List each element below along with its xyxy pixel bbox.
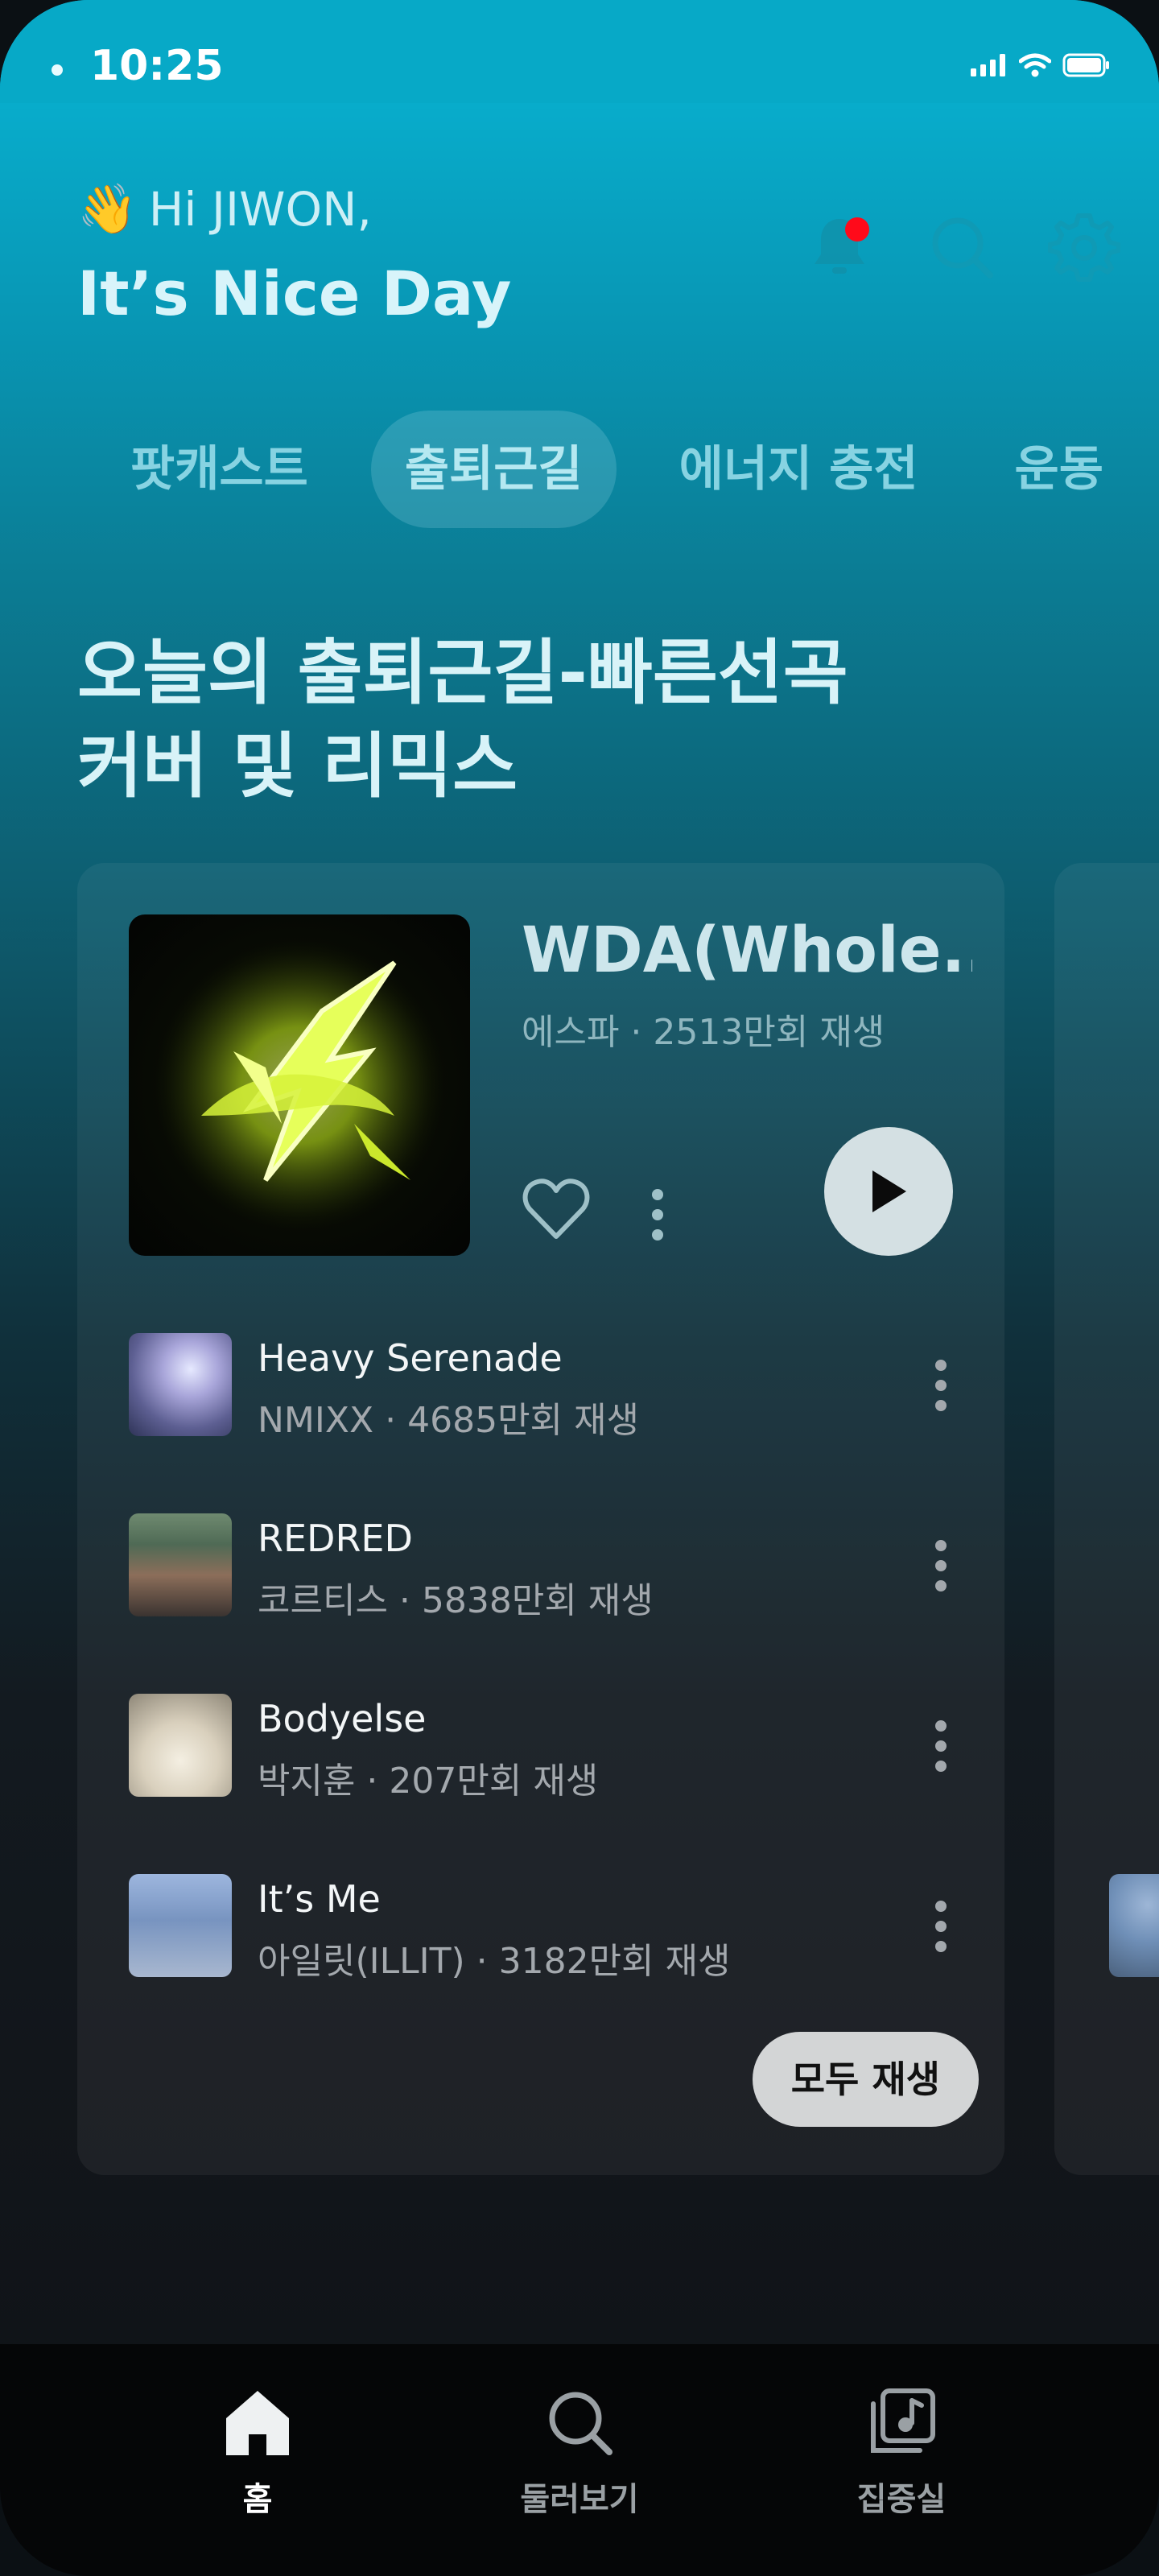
nav-explore-label: 둘러보기	[520, 2481, 639, 2518]
camera-dot	[52, 64, 63, 76]
track-title: Bodyelse	[258, 1697, 427, 1740]
notification-badge	[845, 217, 869, 242]
tab-podcast[interactable]: 팟캐스트	[97, 411, 342, 528]
notification-button[interactable]	[803, 211, 876, 283]
section-title-line2: 커버 및 리믹스	[77, 724, 518, 807]
playlist-card: WDA(Whole.. 에스파 · 2513만회 재생 Heavy Serena…	[77, 863, 1004, 2175]
more-vertical-icon[interactable]	[930, 1898, 951, 1955]
search-icon	[932, 217, 993, 279]
track-artist: 코르티스 · 5838만회 재생	[258, 1580, 654, 1621]
next-playlist-card[interactable]	[1054, 863, 1159, 2175]
track-title: It’s Me	[258, 1877, 381, 1921]
home-icon	[226, 2391, 289, 2455]
status-time: 10:25	[90, 42, 224, 90]
nav-home-label: 홈	[242, 2481, 273, 2518]
tab-commute[interactable]: 출퇴근길	[370, 411, 617, 528]
heart-icon[interactable]	[522, 1177, 591, 1241]
nav-library-label: 집중실	[856, 2481, 947, 2518]
category-tabs: 팟캐스트 출퇴근길 에너지 충전 운동	[97, 411, 1137, 528]
play-button[interactable]	[824, 1127, 953, 1256]
wifi-icon	[1019, 53, 1051, 77]
greeting-subtitle: It’s Nice Day	[77, 258, 512, 329]
track-row[interactable]: REDRED 코르티스 · 5838만회 재생	[129, 1513, 974, 1621]
track-thumbnail	[129, 1333, 232, 1436]
battery-icon	[1062, 53, 1109, 77]
nav-home[interactable]: 홈	[161, 2386, 354, 2520]
featured-title[interactable]: WDA(Whole..	[522, 914, 972, 987]
tab-energy[interactable]: 에너지 충전	[645, 411, 952, 528]
nav-library[interactable]: 집중실	[805, 2386, 998, 2520]
more-vertical-icon[interactable]	[930, 1357, 951, 1414]
header-actions	[803, 211, 1121, 283]
section-title-line1: 오늘의 출퇴근길-빠른선곡	[77, 631, 848, 714]
search-icon	[549, 2392, 612, 2455]
more-vertical-icon[interactable]	[645, 1187, 670, 1243]
track-row[interactable]: It’s Me 아일릿(ILLIT) · 3182만회 재생	[129, 1874, 974, 1982]
featured-artist: 에스파 · 2513만회 재생	[522, 1012, 885, 1053]
search-button[interactable]	[926, 211, 998, 283]
track-thumbnail	[129, 1694, 232, 1797]
section-title: 오늘의 출퇴근길-빠른선곡 커버 및 리믹스	[77, 626, 1083, 813]
more-vertical-icon[interactable]	[930, 1718, 951, 1774]
status-icons	[971, 53, 1111, 77]
next-card-thumbnail	[1109, 1874, 1159, 1977]
track-title: Heavy Serenade	[258, 1336, 563, 1380]
bottom-nav: 홈 둘러보기 집중실	[0, 2344, 1159, 2576]
signal-icon	[971, 54, 1005, 76]
gear-icon	[1047, 213, 1121, 282]
track-row[interactable]: Heavy Serenade NMIXX · 4685만회 재생	[129, 1333, 974, 1441]
greeting: 👋 Hi JIWON,	[77, 180, 372, 237]
track-title: REDRED	[258, 1517, 413, 1560]
settings-button[interactable]	[1047, 211, 1121, 283]
play-all-button[interactable]: 모두 재생	[752, 2032, 979, 2127]
more-vertical-icon[interactable]	[930, 1538, 951, 1594]
tab-workout[interactable]: 운동	[981, 411, 1137, 528]
greeting-text: Hi JIWON,	[148, 181, 372, 237]
library-icon	[871, 2388, 935, 2453]
album-art	[155, 940, 444, 1230]
track-thumbnail	[129, 1513, 232, 1616]
track-artist: 아일릿(ILLIT) · 3182만회 재생	[258, 1941, 731, 1982]
track-thumbnail	[129, 1874, 232, 1977]
phone-screen: 10:25 👋 Hi JIWON, It’s Nice Day 팟캐스트 출퇴근…	[0, 0, 1159, 2576]
nav-explore[interactable]: 둘러보기	[483, 2386, 676, 2520]
wave-emoji: 👋	[77, 181, 138, 237]
track-row[interactable]: Bodyelse 박지훈 · 207만회 재생	[129, 1694, 974, 1802]
track-artist: NMIXX · 4685만회 재생	[258, 1400, 639, 1441]
status-bar: 10:25	[0, 0, 1159, 103]
track-artist: 박지훈 · 207만회 재생	[258, 1761, 599, 1802]
featured-album-cover[interactable]	[129, 914, 470, 1256]
play-icon	[872, 1170, 906, 1212]
